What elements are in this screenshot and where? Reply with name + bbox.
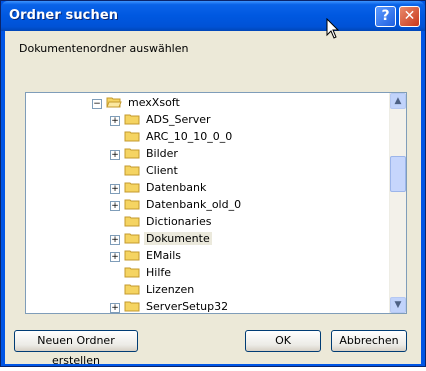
tree-item-label: Datenbank_old_0 <box>146 198 242 211</box>
expand-icon[interactable]: + <box>110 303 120 313</box>
folder-icon <box>124 182 140 193</box>
vertical-scrollbar[interactable]: ▲ ▼ <box>389 93 406 313</box>
folder-icon <box>124 165 140 176</box>
folder-icon <box>124 233 140 244</box>
tree-item-label: Hilfe <box>146 266 172 279</box>
dialog-client-area: Dokumentenordner auswählen − mexXsoft + A… <box>5 31 421 367</box>
window-title: Ordner suchen <box>9 8 119 23</box>
expand-icon[interactable]: + <box>110 116 120 126</box>
folder-icon <box>124 216 140 227</box>
folder-icon <box>124 131 140 142</box>
open-folder-icon <box>106 97 122 108</box>
ok-button[interactable]: OK <box>245 330 321 352</box>
tree-item-label: ADS_Server <box>146 113 211 126</box>
tree-item-label: Dictionaries <box>146 215 212 228</box>
tree-item-label: EMails <box>146 249 182 262</box>
expand-icon[interactable]: + <box>110 201 120 211</box>
dialog-window: Ordner suchen ? ✕ Dokumentenordner auswä… <box>0 0 426 367</box>
help-button[interactable]: ? <box>375 6 396 27</box>
folder-icon <box>124 284 140 295</box>
folder-icon <box>124 250 140 261</box>
tree-item-label: Datenbank <box>146 181 207 194</box>
tree-item-label: Dokumente <box>144 232 212 245</box>
expand-icon[interactable]: + <box>110 150 120 160</box>
folder-icon <box>124 114 140 125</box>
tree-item-label: Bilder <box>146 147 178 160</box>
folder-icon <box>124 301 140 312</box>
tree-item-label: mexXsoft <box>128 96 180 109</box>
mouse-cursor-icon <box>326 18 340 39</box>
close-button[interactable]: ✕ <box>399 6 420 27</box>
scroll-up-button[interactable]: ▲ <box>390 93 406 109</box>
folder-icon <box>124 199 140 210</box>
tree-item-label: Client <box>146 164 178 177</box>
folder-icon <box>124 267 140 278</box>
expand-icon[interactable]: + <box>110 184 120 194</box>
title-bar[interactable]: Ordner suchen ? ✕ <box>1 1 425 31</box>
cancel-button[interactable]: Abbrechen <box>331 330 407 352</box>
scroll-down-button[interactable]: ▼ <box>390 297 406 313</box>
folder-tree[interactable]: − mexXsoft + ADS_Server ARC_10_10_0_0 + Bild… <box>25 92 407 314</box>
folder-icon <box>124 148 140 159</box>
expand-icon[interactable]: + <box>110 235 120 245</box>
dialog-instruction: Dokumentenordner auswählen <box>19 42 189 55</box>
tree-item-label: ServerSetup32 <box>146 300 229 313</box>
tree-item-label: Lizenzen <box>146 283 195 296</box>
scrollbar-thumb[interactable] <box>390 156 406 192</box>
collapse-icon[interactable]: − <box>92 99 102 109</box>
expand-icon[interactable]: + <box>110 252 120 262</box>
new-folder-button[interactable]: Neuen Ordner erstellen <box>14 330 138 367</box>
tree-item-label: ARC_10_10_0_0 <box>146 130 233 143</box>
